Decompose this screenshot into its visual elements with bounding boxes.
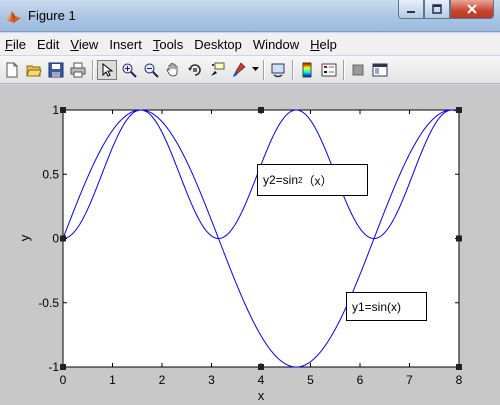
menu-help[interactable]: Help xyxy=(305,37,343,52)
y-tick-labels: -1 -0.5 0 0.5 1 xyxy=(38,103,59,374)
zoom-in-button[interactable] xyxy=(119,60,139,80)
show-plot-tools-icon xyxy=(372,63,388,76)
axes-background[interactable] xyxy=(62,109,460,368)
brush-icon xyxy=(233,62,246,77)
figure-canvas: 0 1 2 3 4 5 6 7 8 -1 -0.5 0 0.5 1 x y y2=sin 2 （x） y1=… xyxy=(0,85,500,405)
y-tick-label: -0.5 xyxy=(38,296,59,310)
brush-button[interactable] xyxy=(229,60,249,80)
select-arrow-button[interactable] xyxy=(97,59,117,80)
x-tick-label: 0 xyxy=(60,373,67,387)
save-button[interactable] xyxy=(46,60,66,80)
x-tick-labels: 0 1 2 3 4 5 6 7 8 xyxy=(60,373,463,387)
menu-insert[interactable]: Insert xyxy=(104,37,148,52)
toolbar-separator xyxy=(343,59,344,80)
new-figure-icon xyxy=(6,62,18,77)
new-figure-button[interactable] xyxy=(2,60,22,80)
rotate-3d-icon xyxy=(188,63,201,76)
menu-tools[interactable]: Tools xyxy=(148,37,189,52)
zoom-out-icon xyxy=(144,63,159,78)
x-tick-label: 5 xyxy=(307,373,314,387)
x-axis-label: x xyxy=(258,388,265,403)
close-icon xyxy=(467,4,477,14)
minimize-icon xyxy=(407,11,415,13)
annotation-y2-suffix: （x） xyxy=(302,173,333,188)
legend-button[interactable] xyxy=(319,60,339,80)
menu-file[interactable]: File xyxy=(0,37,32,52)
selection-handle[interactable] xyxy=(60,364,66,370)
close-button[interactable] xyxy=(450,0,494,19)
plot-svg: 0 1 2 3 4 5 6 7 8 -1 -0.5 0 0.5 1 x y xyxy=(17,103,463,403)
menu-window[interactable]: Window xyxy=(248,37,305,52)
figure-toolbar xyxy=(0,56,500,84)
window-title: Figure 1 xyxy=(28,8,76,23)
show-plot-tools-button[interactable] xyxy=(370,60,390,80)
toolbar-separator xyxy=(292,59,293,80)
selection-handle[interactable] xyxy=(456,235,462,242)
menu-bar: File Edit View Insert Tools Desktop Wind… xyxy=(0,33,500,55)
y-axis-label: y xyxy=(17,234,32,241)
link-plot-icon xyxy=(271,63,285,77)
y-tick-label: 1 xyxy=(52,103,59,117)
annotation-y1[interactable]: y1=sin(x) xyxy=(346,292,427,321)
annotation-y1-text: y1=sin(x) xyxy=(352,299,402,314)
pan-hand-icon xyxy=(166,62,178,76)
menu-view[interactable]: View xyxy=(65,37,104,52)
link-plot-button[interactable] xyxy=(268,60,288,80)
title-bar[interactable]: Figure 1 xyxy=(0,0,500,32)
y-tick-label: 0 xyxy=(52,232,59,246)
legend-icon xyxy=(321,63,337,76)
selection-handle[interactable] xyxy=(456,107,462,113)
brush-dropdown[interactable] xyxy=(251,60,259,80)
chevron-down-icon xyxy=(251,67,259,71)
y-tick-label: -1 xyxy=(48,360,59,374)
open-file-button[interactable] xyxy=(24,60,44,80)
minimize-button[interactable] xyxy=(398,0,424,19)
zoom-in-icon xyxy=(122,63,137,78)
maximize-icon xyxy=(432,4,442,14)
hide-plot-tools-icon xyxy=(352,64,364,75)
x-tick-label: 3 xyxy=(208,373,215,387)
menu-edit[interactable]: Edit xyxy=(32,37,65,52)
selection-handle[interactable] xyxy=(456,364,462,370)
y-tick-label: 0.5 xyxy=(42,167,59,181)
selection-handle[interactable] xyxy=(60,107,66,113)
window-controls xyxy=(398,0,494,20)
x-tick-label: 6 xyxy=(357,373,364,387)
open-file-icon xyxy=(26,65,42,76)
hide-plot-tools-button[interactable] xyxy=(348,60,368,80)
select-arrow-icon xyxy=(102,62,114,77)
x-tick-label: 1 xyxy=(109,373,116,387)
rotate-3d-button[interactable] xyxy=(185,60,205,80)
annotation-y2-prefix: y2=sin xyxy=(263,173,299,187)
x-tick-label: 8 xyxy=(456,373,463,387)
data-cursor-icon xyxy=(211,62,225,76)
annotation-y2[interactable]: y2=sin 2 （x） xyxy=(257,164,368,196)
selection-handle[interactable] xyxy=(258,364,264,370)
zoom-out-button[interactable] xyxy=(141,60,161,80)
toolbar-separator xyxy=(263,59,264,80)
matlab-icon xyxy=(7,11,21,23)
print-button[interactable] xyxy=(68,60,88,80)
maximize-button[interactable] xyxy=(424,0,450,19)
x-tick-label: 4 xyxy=(258,373,265,387)
print-icon xyxy=(70,62,86,77)
x-tick-label: 7 xyxy=(406,373,413,387)
data-cursor-button[interactable] xyxy=(207,60,227,80)
selection-handle[interactable] xyxy=(60,235,66,242)
menu-desktop[interactable]: Desktop xyxy=(189,37,248,52)
save-icon xyxy=(48,62,64,77)
x-tick-label: 2 xyxy=(159,373,166,387)
toolbar-separator xyxy=(92,59,93,80)
selection-handle[interactable] xyxy=(258,107,264,113)
colorbar-icon xyxy=(302,62,312,77)
pan-hand-button[interactable] xyxy=(163,60,183,80)
colorbar-button[interactable] xyxy=(297,60,317,80)
